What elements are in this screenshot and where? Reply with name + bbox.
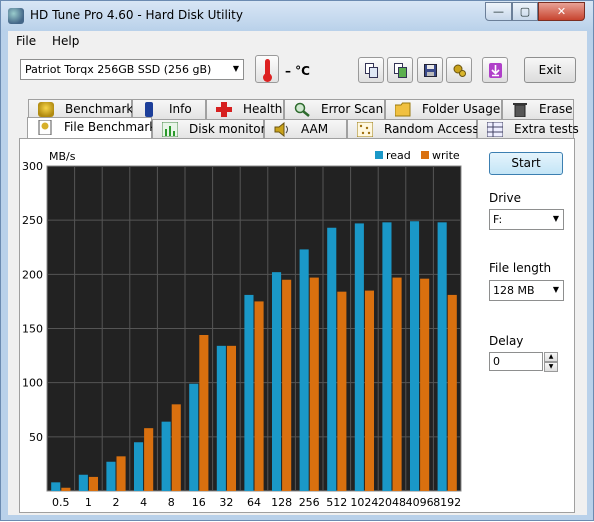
x-tick-label: 0.5	[52, 496, 70, 509]
write-bar	[61, 487, 71, 491]
write-bar	[254, 301, 264, 491]
x-tick-label: 2	[113, 496, 120, 509]
write-bar	[364, 290, 375, 491]
delay-input[interactable]: 0	[489, 352, 543, 371]
y-tick-label: 250	[22, 214, 43, 227]
read-bar	[244, 294, 254, 491]
x-tick-label: 2048	[378, 496, 406, 509]
x-tick-label: 1024	[350, 496, 378, 509]
x-tick-label: 512	[326, 496, 347, 509]
write-bar	[337, 291, 347, 491]
y-tick-label: 200	[22, 268, 43, 281]
file-length-combo[interactable]: 128 MB ▼	[489, 280, 564, 301]
x-tick-label: 4096	[406, 496, 434, 509]
write-bar	[199, 335, 209, 491]
write-bar	[116, 456, 126, 491]
legend-swatch	[421, 151, 429, 159]
spin-up-icon[interactable]: ▲	[544, 352, 558, 362]
write-bar	[420, 278, 430, 491]
write-bar	[88, 476, 99, 491]
y-tick-label: 100	[22, 377, 43, 390]
write-bar	[171, 404, 181, 491]
read-bar	[327, 227, 337, 491]
file-length-value: 128 MB	[493, 284, 535, 297]
read-bar	[133, 442, 144, 491]
read-bar	[354, 223, 364, 491]
write-bar	[144, 428, 154, 491]
spin-down-icon[interactable]: ▼	[544, 362, 558, 372]
chevron-down-icon: ▼	[552, 214, 559, 223]
write-bar	[282, 279, 292, 491]
drive-combo[interactable]: F: ▼	[489, 209, 564, 230]
x-tick-label: 256	[299, 496, 320, 509]
x-tick-label: 16	[192, 496, 206, 509]
read-bar	[161, 421, 171, 491]
x-tick-label: 32	[219, 496, 233, 509]
read-bar	[216, 345, 226, 491]
x-tick-label: 8	[168, 496, 175, 509]
drive-combo-value: F:	[493, 213, 503, 226]
drive-label: Drive	[489, 191, 521, 205]
read-bar	[299, 249, 309, 491]
file-length-label: File length	[489, 261, 552, 275]
x-tick-label: 8192	[433, 496, 461, 509]
x-tick-label: 4	[140, 496, 147, 509]
write-bar	[392, 277, 402, 491]
start-button[interactable]: Start	[489, 152, 563, 175]
legend-label: write	[432, 149, 460, 162]
read-bar	[189, 383, 199, 491]
read-bar	[106, 461, 116, 491]
y-tick-label: 150	[22, 323, 43, 336]
read-bar	[78, 474, 88, 491]
read-bar	[437, 222, 447, 492]
read-bar	[409, 221, 420, 491]
read-bar	[382, 222, 392, 492]
write-bar	[309, 277, 319, 491]
app-window: HD Tune Pro 4.60 - Hard Disk Utility — ▢…	[0, 0, 594, 521]
x-tick-label: 1	[85, 496, 92, 509]
delay-label: Delay	[489, 334, 524, 348]
y-tick-label: 50	[29, 431, 43, 444]
y-axis-label: MB/s	[49, 150, 76, 163]
legend-label: read	[386, 149, 411, 162]
y-tick-label: 300	[22, 160, 43, 173]
legend-swatch	[375, 151, 383, 159]
read-bar	[271, 272, 282, 491]
write-bar	[226, 345, 237, 491]
write-bar	[447, 294, 457, 491]
x-tick-label: 64	[247, 496, 261, 509]
read-bar	[51, 482, 61, 491]
chevron-down-icon: ▼	[552, 285, 559, 294]
x-tick-label: 128	[271, 496, 292, 509]
